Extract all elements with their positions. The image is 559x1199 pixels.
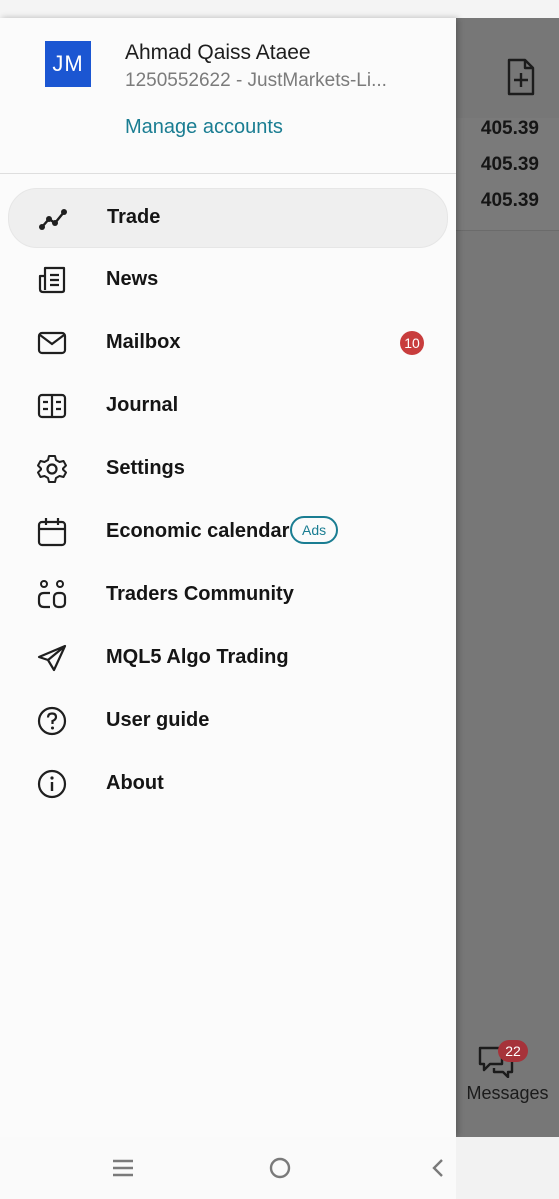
messages-label: Messages xyxy=(466,1083,549,1103)
avatar[interactable]: JM xyxy=(45,41,91,87)
home-icon[interactable] xyxy=(265,1155,295,1181)
gear-icon xyxy=(36,453,68,485)
system-navigation-bar xyxy=(0,1137,559,1199)
menu-item-settings[interactable]: Settings xyxy=(8,440,446,498)
navigation-drawer: JM Ahmad Qaiss Ataee 1250552622 - JustMa… xyxy=(0,18,456,1137)
price-value: 405.39 xyxy=(480,118,539,139)
price-value: 405.39 xyxy=(480,154,539,175)
menu-item-label: Journal xyxy=(106,394,179,416)
menu-item-label: About xyxy=(106,772,164,794)
price-value: 405.39 xyxy=(480,190,539,211)
menu-item-economic-calendar[interactable]: Economic calendar Ads xyxy=(8,503,446,561)
journal-icon xyxy=(36,390,68,422)
help-icon xyxy=(36,705,68,737)
news-icon xyxy=(36,264,68,296)
header-divider xyxy=(0,173,456,174)
menu-item-label: News xyxy=(106,268,159,290)
trade-chart-icon xyxy=(37,202,69,234)
menu-item-trade[interactable]: Trade xyxy=(8,188,448,248)
menu-item-mql5-algo-trading[interactable]: MQL5 Algo Trading xyxy=(8,629,446,687)
system-nav-left xyxy=(0,1137,456,1199)
menu-item-label: Trade xyxy=(107,206,161,228)
menu-item-label: Settings xyxy=(106,457,185,479)
menu-item-news[interactable]: News xyxy=(8,251,446,309)
manage-accounts-link[interactable]: Manage accounts xyxy=(125,116,283,139)
ads-badge: Ads xyxy=(290,516,339,544)
mailbox-unread-badge: 10 xyxy=(400,331,424,355)
menu-item-label: Traders Community xyxy=(106,583,294,605)
menu-item-label: Economic calendar xyxy=(106,520,290,542)
recent-apps-icon[interactable] xyxy=(108,1155,138,1181)
messages-button[interactable]: 22 Messages xyxy=(456,1038,559,1108)
menu-item-user-guide[interactable]: User guide xyxy=(8,692,446,750)
menu-item-mailbox[interactable]: Mailbox 10 xyxy=(8,314,446,372)
messages-badge: 22 xyxy=(498,1040,528,1062)
status-bar xyxy=(0,0,559,18)
community-icon xyxy=(36,579,68,611)
divider xyxy=(456,230,559,231)
account-header: JM Ahmad Qaiss Ataee 1250552622 - JustMa… xyxy=(0,18,456,173)
menu-item-label: MQL5 Algo Trading xyxy=(106,646,289,668)
back-icon[interactable] xyxy=(424,1155,454,1181)
menu-item-label: Mailbox xyxy=(106,331,181,353)
info-icon xyxy=(36,768,68,800)
mail-icon xyxy=(36,327,68,359)
menu-item-label: User guide xyxy=(106,709,210,731)
menu-item-about[interactable]: About xyxy=(8,755,446,813)
menu-item-traders-community[interactable]: Traders Community xyxy=(8,566,446,624)
send-icon xyxy=(36,642,68,674)
price-column: 405.39 405.39 405.39 xyxy=(456,118,559,230)
account-number: 1250552622 - JustMarkets-Li... xyxy=(125,70,387,91)
account-name: Ahmad Qaiss Ataee xyxy=(125,41,311,64)
new-order-icon[interactable] xyxy=(505,58,537,96)
calendar-icon xyxy=(36,516,68,548)
menu-item-journal[interactable]: Journal xyxy=(8,377,446,435)
